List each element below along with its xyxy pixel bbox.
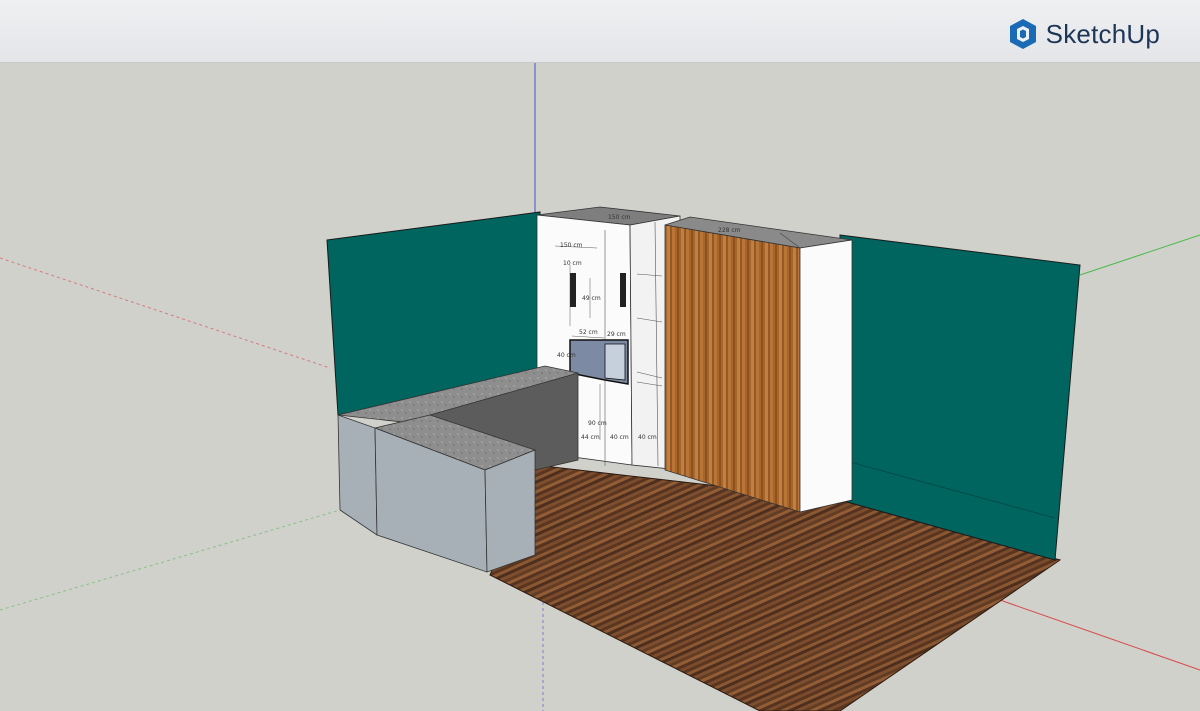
wardrobe-door[interactable] [664,224,801,513]
niche-left [570,273,576,307]
dim-base-width-2: 40 cm [638,434,657,441]
dim-oven-height: 40 cm [557,352,576,359]
green-axis-dashed [0,509,341,611]
oven-glass [604,343,626,381]
model-scene[interactable]: 150 cm 150 cm 10 cm 49 cm 52 cm 29 cm 40… [0,63,1200,711]
dim-inner-width: 10 cm [563,260,582,267]
niche-right [620,273,626,307]
sketchup-logo-icon [1009,19,1036,49]
dim-side-depth: 29 cm [607,331,626,338]
top-bar: SketchUp [0,0,1200,63]
base-cabinet-left[interactable] [337,414,378,536]
dim-base-height: 90 cm [588,420,607,427]
dim-shelf-width: 52 cm [579,329,598,336]
wardrobe-side[interactable] [799,239,853,513]
dim-base-depth: 44 cm [581,434,600,441]
brand[interactable]: SketchUp [1008,18,1160,50]
dim-niche-height: 49 cm [582,295,601,302]
dim-wardrobe-width: 228 cm [718,227,741,234]
dim-base-width-1: 40 cm [610,434,629,441]
3d-viewport[interactable]: 150 cm 150 cm 10 cm 49 cm 52 cm 29 cm 40… [0,63,1200,711]
app-name: SketchUp [1045,18,1160,49]
dim-top-width: 150 cm [608,214,631,221]
dim-upper-width: 150 cm [560,242,583,249]
red-axis-front [999,599,1200,671]
red-axis [0,257,331,369]
base-cabinet-end[interactable] [484,449,536,573]
green-axis [1079,234,1200,276]
